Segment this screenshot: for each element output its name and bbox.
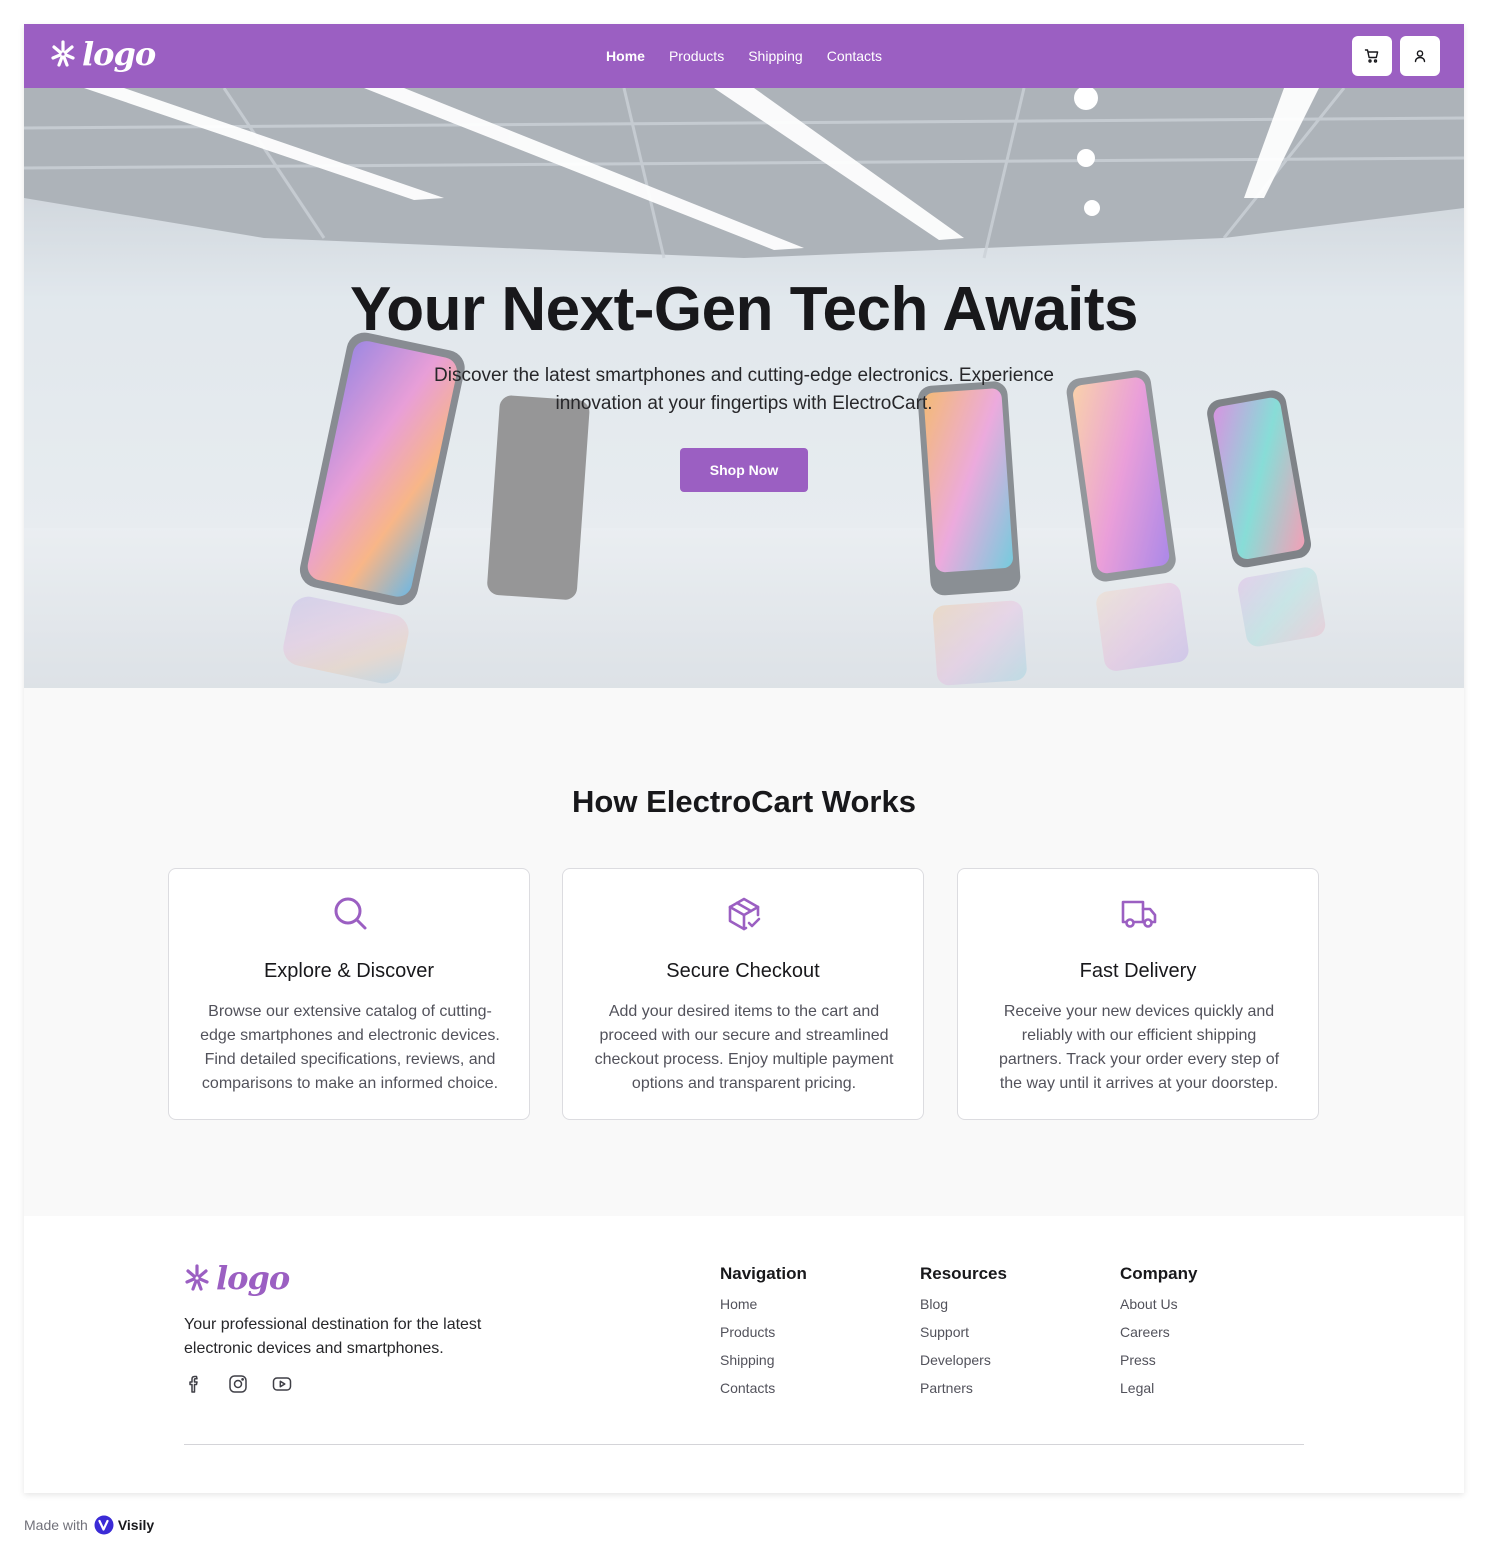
card-text: Add your desired items to the cart and p…	[594, 1003, 894, 1092]
page-frame: logo Home Products Shipping Contacts You…	[24, 24, 1464, 1493]
cart-icon	[1364, 49, 1379, 63]
card-text: Receive your new devices quickly and rel…	[998, 1003, 1280, 1092]
footer-link[interactable]: Home	[720, 1294, 900, 1314]
footer-link[interactable]: Legal	[1120, 1378, 1300, 1398]
search-icon	[334, 897, 367, 930]
how-it-works-section: How ElectroCart Works Explore & Discover…	[24, 688, 1464, 1216]
footer-link[interactable]: Products	[720, 1322, 900, 1342]
package-check-icon	[728, 897, 761, 931]
footer-column-title: Navigation	[720, 1264, 807, 1283]
user-icon	[1414, 50, 1426, 63]
nav-contacts[interactable]: Contacts	[827, 46, 882, 66]
visily-logo-icon	[94, 1515, 114, 1535]
footer-link[interactable]: About Us	[1120, 1294, 1300, 1314]
cart-button[interactable]	[1352, 36, 1392, 76]
footer-column-title: Resources	[920, 1264, 1007, 1283]
nav-home[interactable]: Home	[606, 46, 645, 66]
card-title: Explore & Discover	[263, 960, 435, 982]
sparkle-logo-icon	[185, 1264, 209, 1291]
footer-link[interactable]: Blog	[920, 1294, 1100, 1314]
footer-link[interactable]: Developers	[920, 1350, 1100, 1370]
footer-column-title: Company	[1120, 1264, 1198, 1283]
footer-link[interactable]: Partners	[920, 1378, 1100, 1398]
logo-text: logo	[216, 1259, 290, 1297]
nav-products[interactable]: Products	[669, 46, 724, 66]
card-title: Fast Delivery	[1079, 960, 1197, 982]
footer-description: Your professional destination for the la…	[184, 1316, 482, 1357]
hero-section: Your Next-Gen Tech Awaits Discover the l…	[24, 88, 1464, 688]
section-title: How ElectroCart Works	[572, 784, 916, 819]
footer-link[interactable]: Support	[920, 1322, 1100, 1342]
shop-now-button[interactable]: Shop Now	[680, 448, 808, 492]
feature-card-explore: Explore & Discover Browse our extensive …	[168, 868, 530, 1120]
nav-shipping[interactable]: Shipping	[748, 46, 803, 66]
footer-link[interactable]: Press	[1120, 1350, 1300, 1370]
footer-logo[interactable]: logo	[184, 1259, 290, 1297]
truck-icon	[1121, 900, 1157, 928]
footer-link[interactable]: Shipping	[720, 1350, 900, 1370]
card-title: Secure Checkout	[666, 960, 820, 982]
feature-card-checkout: Secure Checkout Add your desired items t…	[562, 868, 924, 1120]
hero-subtitle: Discover the latest smartphones and cutt…	[434, 365, 1054, 414]
footer-column-navigation: Navigation Home Products Shipping Contac…	[720, 1262, 900, 1406]
instagram-icon[interactable]	[228, 1374, 248, 1394]
facebook-icon[interactable]	[184, 1374, 204, 1394]
main-nav: Home Products Shipping Contacts	[24, 46, 1464, 66]
youtube-icon[interactable]	[272, 1374, 292, 1394]
footer: logo Your professional destination for t…	[24, 1216, 1464, 1493]
feature-card-delivery: Fast Delivery Receive your new devices q…	[957, 868, 1319, 1120]
footer-column-resources: Resources Blog Support Developers Partne…	[920, 1262, 1100, 1406]
card-text: Browse our extensive catalog of cutting-…	[200, 1003, 500, 1092]
social-links	[184, 1374, 292, 1394]
footer-column-company: Company About Us Careers Press Legal	[1120, 1262, 1300, 1406]
made-with-badge[interactable]: Made with Visily	[24, 1515, 154, 1535]
footer-divider	[184, 1444, 1304, 1445]
visily-brand: Visily	[117, 1517, 155, 1533]
made-with-label: Made with	[24, 1517, 88, 1533]
footer-link[interactable]: Careers	[1120, 1322, 1300, 1342]
footer-link[interactable]: Contacts	[720, 1378, 900, 1398]
hero-title: Your Next-Gen Tech Awaits	[350, 275, 1138, 344]
user-button[interactable]	[1400, 36, 1440, 76]
top-navbar: logo Home Products Shipping Contacts	[24, 24, 1464, 88]
